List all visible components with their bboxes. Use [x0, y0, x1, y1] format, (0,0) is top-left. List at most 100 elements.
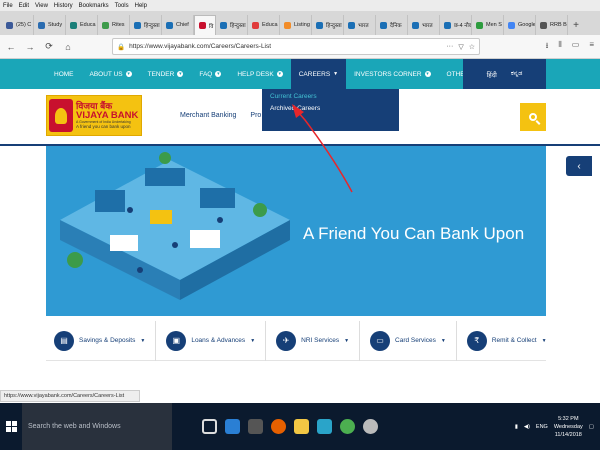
chevron-down-icon: ▾ [424, 70, 431, 77]
nav-investors-corner[interactable]: INVESTORS CORNER ▾ [346, 59, 438, 89]
browser-tab[interactable]: छ-4 नौक [440, 15, 472, 35]
current-careers-link[interactable]: Current Careers [270, 93, 391, 100]
taskbar-clock[interactable]: 5:32 PM Wednesday 11/14/2018 [554, 416, 583, 438]
network-icon[interactable]: ▮ [515, 424, 518, 430]
nav-about-us[interactable]: ABOUT US ▾ [82, 59, 140, 89]
pocket-icon[interactable]: ▽ [458, 43, 463, 51]
nav-careers-label: CAREERS [298, 70, 331, 78]
library-icon[interactable]: ⫴ [558, 40, 561, 54]
nav-careers[interactable]: CAREERS ▼ [290, 59, 347, 89]
merchant-banking-link[interactable]: Merchant Banking [180, 112, 236, 119]
nav-faq[interactable]: FAQ ▾ [191, 59, 229, 89]
browser-tab[interactable]: Rites [98, 15, 130, 35]
link-status-bar: https://www.vijayabank.com/Careers/Caree… [0, 390, 140, 402]
service-savings-deposits[interactable]: ▤ Savings & Deposits ▼ [54, 320, 157, 361]
app-icon[interactable] [363, 419, 378, 434]
favicon-icon [412, 21, 419, 29]
hamburger-menu-icon[interactable]: ≡ [589, 40, 594, 54]
browser-tab[interactable]: Study [34, 15, 66, 35]
browser-tab[interactable]: दैनिक [376, 15, 408, 35]
url-text: https://www.vijayabank.com/Careers/Caree… [129, 43, 272, 50]
browser-tab[interactable]: हिन्दुस्ता [312, 15, 344, 35]
notifications-icon[interactable]: ▢ [589, 424, 594, 430]
service-nri[interactable]: ✈ NRI Services ▼ [276, 320, 361, 361]
address-bar[interactable]: 🔒 https://www.vijayabank.com/Careers/Car… [112, 38, 480, 55]
favicon-icon [134, 21, 141, 29]
chevron-down-icon: ▾ [177, 70, 184, 77]
task-view-icon[interactable] [202, 419, 217, 434]
browser-tab[interactable]: वि [194, 15, 216, 35]
products-link[interactable]: Pro [250, 112, 261, 119]
browser-tab[interactable]: भारत [408, 15, 440, 35]
bookmark-star-icon[interactable]: ☆ [469, 43, 475, 51]
lang-kannada-link[interactable]: ಕನ್ನಡ [511, 70, 523, 78]
site-search-button[interactable] [520, 103, 546, 131]
nav-help-desk[interactable]: HELP DESK ▾ [229, 59, 290, 89]
archived-careers-link[interactable]: Archived Careers [270, 105, 391, 112]
tab-label: Listing [294, 22, 310, 28]
more-icon[interactable]: ··· [446, 43, 453, 51]
edge-icon[interactable] [225, 419, 240, 434]
menu-history[interactable]: History [54, 3, 73, 9]
favicon-icon [348, 21, 355, 29]
tab-label: Google [518, 22, 536, 28]
store-icon[interactable] [248, 419, 263, 434]
browser-tab[interactable]: हिन्दुस्ता [130, 15, 162, 35]
menu-tools[interactable]: Tools [115, 3, 129, 9]
menu-file[interactable]: File [3, 3, 13, 9]
nav-home[interactable]: HOME [46, 59, 82, 89]
nri-icon: ✈ [276, 330, 297, 351]
firefox-icon[interactable] [271, 419, 286, 434]
language-indicator[interactable]: ENG [536, 424, 548, 430]
download-icon[interactable]: ⭳ [546, 40, 549, 54]
start-button[interactable] [0, 403, 22, 450]
volume-icon[interactable]: ◀) [524, 424, 530, 430]
nav-home-label: HOME [54, 70, 74, 78]
reload-button[interactable]: ⟳ [42, 40, 56, 54]
browser-tab[interactable]: (25) C [2, 15, 34, 35]
loan-icon: ▣ [166, 330, 187, 351]
browser-tab[interactable]: Educa [66, 15, 98, 35]
favicon-icon [38, 21, 45, 29]
menu-bookmarks[interactable]: Bookmarks [79, 3, 109, 9]
forward-button[interactable]: → [23, 40, 37, 54]
back-button[interactable]: ← [4, 40, 18, 54]
chrome-icon[interactable] [340, 419, 355, 434]
caret-down-icon: ▼ [344, 337, 350, 344]
browser-tab[interactable]: Educa [248, 15, 280, 35]
sidebar-icon[interactable]: ▭ [572, 40, 580, 54]
browser-tab[interactable]: हिन्दुस्ता [216, 15, 248, 35]
tab-label: Rites [112, 22, 125, 28]
windows-taskbar: Search the web and Windows ▮ ◀) ENG 5:32… [0, 403, 600, 450]
favicon-icon [476, 21, 483, 29]
browser-tab[interactable]: Google [504, 15, 536, 35]
browser-tab[interactable]: Men S [472, 15, 504, 35]
home-button[interactable]: ⌂ [61, 40, 75, 54]
browser-tab[interactable]: Listing [280, 15, 312, 35]
menu-help[interactable]: Help [135, 3, 147, 9]
menu-edit[interactable]: Edit [19, 3, 29, 9]
lang-hindi-link[interactable]: हिंदी [487, 70, 497, 79]
side-panel-toggle[interactable]: ‹ [566, 156, 592, 176]
photos-icon[interactable] [317, 419, 332, 434]
service-cards[interactable]: ▭ Card Services ▼ [370, 320, 457, 361]
vijaya-bank-logo[interactable]: विजया बैंक VIJAYA BANK A Government of I… [46, 95, 142, 136]
service-loans-advances[interactable]: ▣ Loans & Advances ▼ [166, 320, 267, 361]
chevron-down-icon: ▾ [276, 70, 283, 77]
explorer-icon[interactable] [294, 419, 309, 434]
browser-tab[interactable]: Chief [162, 15, 194, 35]
tab-label: छ-4 नौक [454, 23, 472, 29]
taskbar-search[interactable]: Search the web and Windows [22, 403, 172, 450]
service-remit-collect[interactable]: ₹ Remit & Collect ▼ [466, 321, 557, 361]
new-tab-button[interactable]: + [568, 15, 584, 35]
browser-tab[interactable]: भारत [344, 15, 376, 35]
favicon-icon [70, 21, 77, 29]
nav-tender[interactable]: TENDER ▾ [140, 59, 192, 89]
menu-view[interactable]: View [35, 3, 48, 9]
browser-menubar: File Edit View History Bookmarks Tools H… [0, 0, 600, 11]
nav-about-us-label: ABOUT US [89, 70, 123, 78]
browser-tab[interactable]: RRB Bango [536, 15, 568, 35]
careers-dropdown: Current Careers Archived Careers [262, 89, 399, 131]
nav-investors-label: INVESTORS CORNER [354, 70, 422, 78]
tab-label: Educa [80, 22, 96, 28]
